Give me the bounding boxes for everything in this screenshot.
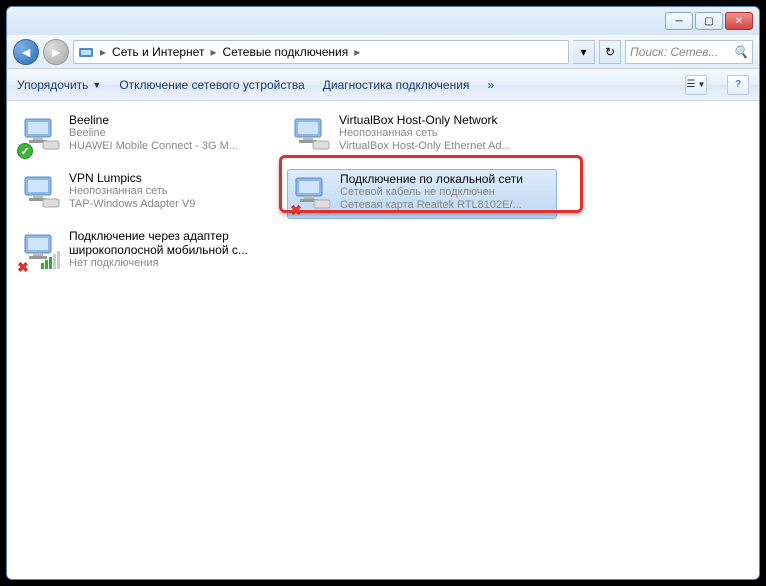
diagnose-button[interactable]: Диагностика подключения: [323, 78, 470, 92]
history-dropdown[interactable]: ▾: [573, 40, 595, 64]
explorer-window: ─ ▢ ✕ ◄ ► ▸ Сеть и Интернет ▸ Сетевые по…: [6, 6, 760, 580]
connection-item[interactable]: ✖ Подключение через адаптер широкополосн…: [17, 227, 287, 277]
minimize-button[interactable]: ─: [665, 12, 693, 30]
navbar: ◄ ► ▸ Сеть и Интернет ▸ Сетевые подключе…: [7, 35, 759, 69]
connection-item-selected[interactable]: ✖ Подключение по локальной сети Сетевой …: [287, 169, 557, 219]
chevron-right-icon: ▸: [352, 45, 362, 59]
close-button[interactable]: ✕: [725, 12, 753, 30]
chevron-right-icon: ▸: [98, 45, 108, 59]
network-adapter-icon: ✓: [19, 113, 63, 157]
connection-title: Beeline: [69, 113, 285, 127]
connection-item[interactable]: VirtualBox Host-Only Network Неопознанна…: [287, 111, 557, 161]
status-cross-icon: ✖: [15, 259, 31, 275]
view-options-button[interactable]: ☰▼: [685, 75, 707, 95]
connection-title: Подключение через адаптер широкополосной…: [69, 229, 285, 257]
connection-title: VPN Lumpics: [69, 171, 285, 185]
connection-status: Beeline: [69, 127, 285, 140]
connection-item[interactable]: VPN Lumpics Неопознанная сеть TAP-Window…: [17, 169, 287, 219]
search-placeholder: Поиск: Сетев...: [630, 45, 719, 59]
connection-device: TAP-Windows Adapter V9: [69, 198, 285, 211]
status-cross-icon: ✖: [288, 202, 304, 218]
back-button[interactable]: ◄: [13, 39, 39, 65]
network-adapter-icon: ✖: [290, 172, 334, 216]
organize-button[interactable]: Упорядочить ▼: [17, 78, 101, 92]
breadcrumb[interactable]: ▸ Сеть и Интернет ▸ Сетевые подключения …: [73, 40, 569, 64]
search-icon: 🔍: [733, 45, 748, 59]
connection-status: Неопознанная сеть: [69, 185, 285, 198]
connection-item[interactable]: ✓ Beeline Beeline HUAWEI Mobile Connect …: [17, 111, 287, 161]
breadcrumb-seg-2[interactable]: Сетевые подключения: [218, 45, 352, 59]
breadcrumb-seg-1[interactable]: Сеть и Интернет: [108, 45, 208, 59]
connection-status: Нет подключения: [69, 257, 285, 270]
network-adapter-icon: [19, 171, 63, 215]
connection-status: Неопознанная сеть: [339, 127, 555, 140]
network-adapter-icon: [289, 113, 333, 157]
connection-device: HUAWEI Mobile Connect - 3G M...: [69, 140, 285, 153]
refresh-button[interactable]: ↻: [599, 40, 621, 64]
network-folder-icon: [78, 44, 94, 60]
disable-device-button[interactable]: Отключение сетевого устройства: [119, 78, 304, 92]
toolbar: Упорядочить ▼ Отключение сетевого устрой…: [7, 69, 759, 101]
more-actions-button[interactable]: »: [487, 78, 494, 92]
forward-button[interactable]: ►: [43, 39, 69, 65]
connection-device: Сетевая карта Realtek RTL8102E/...: [340, 199, 554, 212]
connection-device: VirtualBox Host-Only Ethernet Ad...: [339, 140, 555, 153]
content-area: ✓ Beeline Beeline HUAWEI Mobile Connect …: [7, 101, 759, 579]
connection-title: VirtualBox Host-Only Network: [339, 113, 555, 127]
search-input[interactable]: Поиск: Сетев... 🔍: [625, 40, 753, 64]
chevron-down-icon: ▼: [92, 80, 101, 90]
help-button[interactable]: ?: [727, 75, 749, 95]
connection-title: Подключение по локальной сети: [340, 172, 554, 186]
chevron-right-icon: ▸: [208, 45, 218, 59]
connection-status: Сетевой кабель не подключен: [340, 186, 554, 199]
status-check-icon: ✓: [17, 143, 33, 159]
maximize-button[interactable]: ▢: [695, 12, 723, 30]
network-adapter-icon: ✖: [19, 229, 63, 273]
titlebar: ─ ▢ ✕: [7, 7, 759, 35]
